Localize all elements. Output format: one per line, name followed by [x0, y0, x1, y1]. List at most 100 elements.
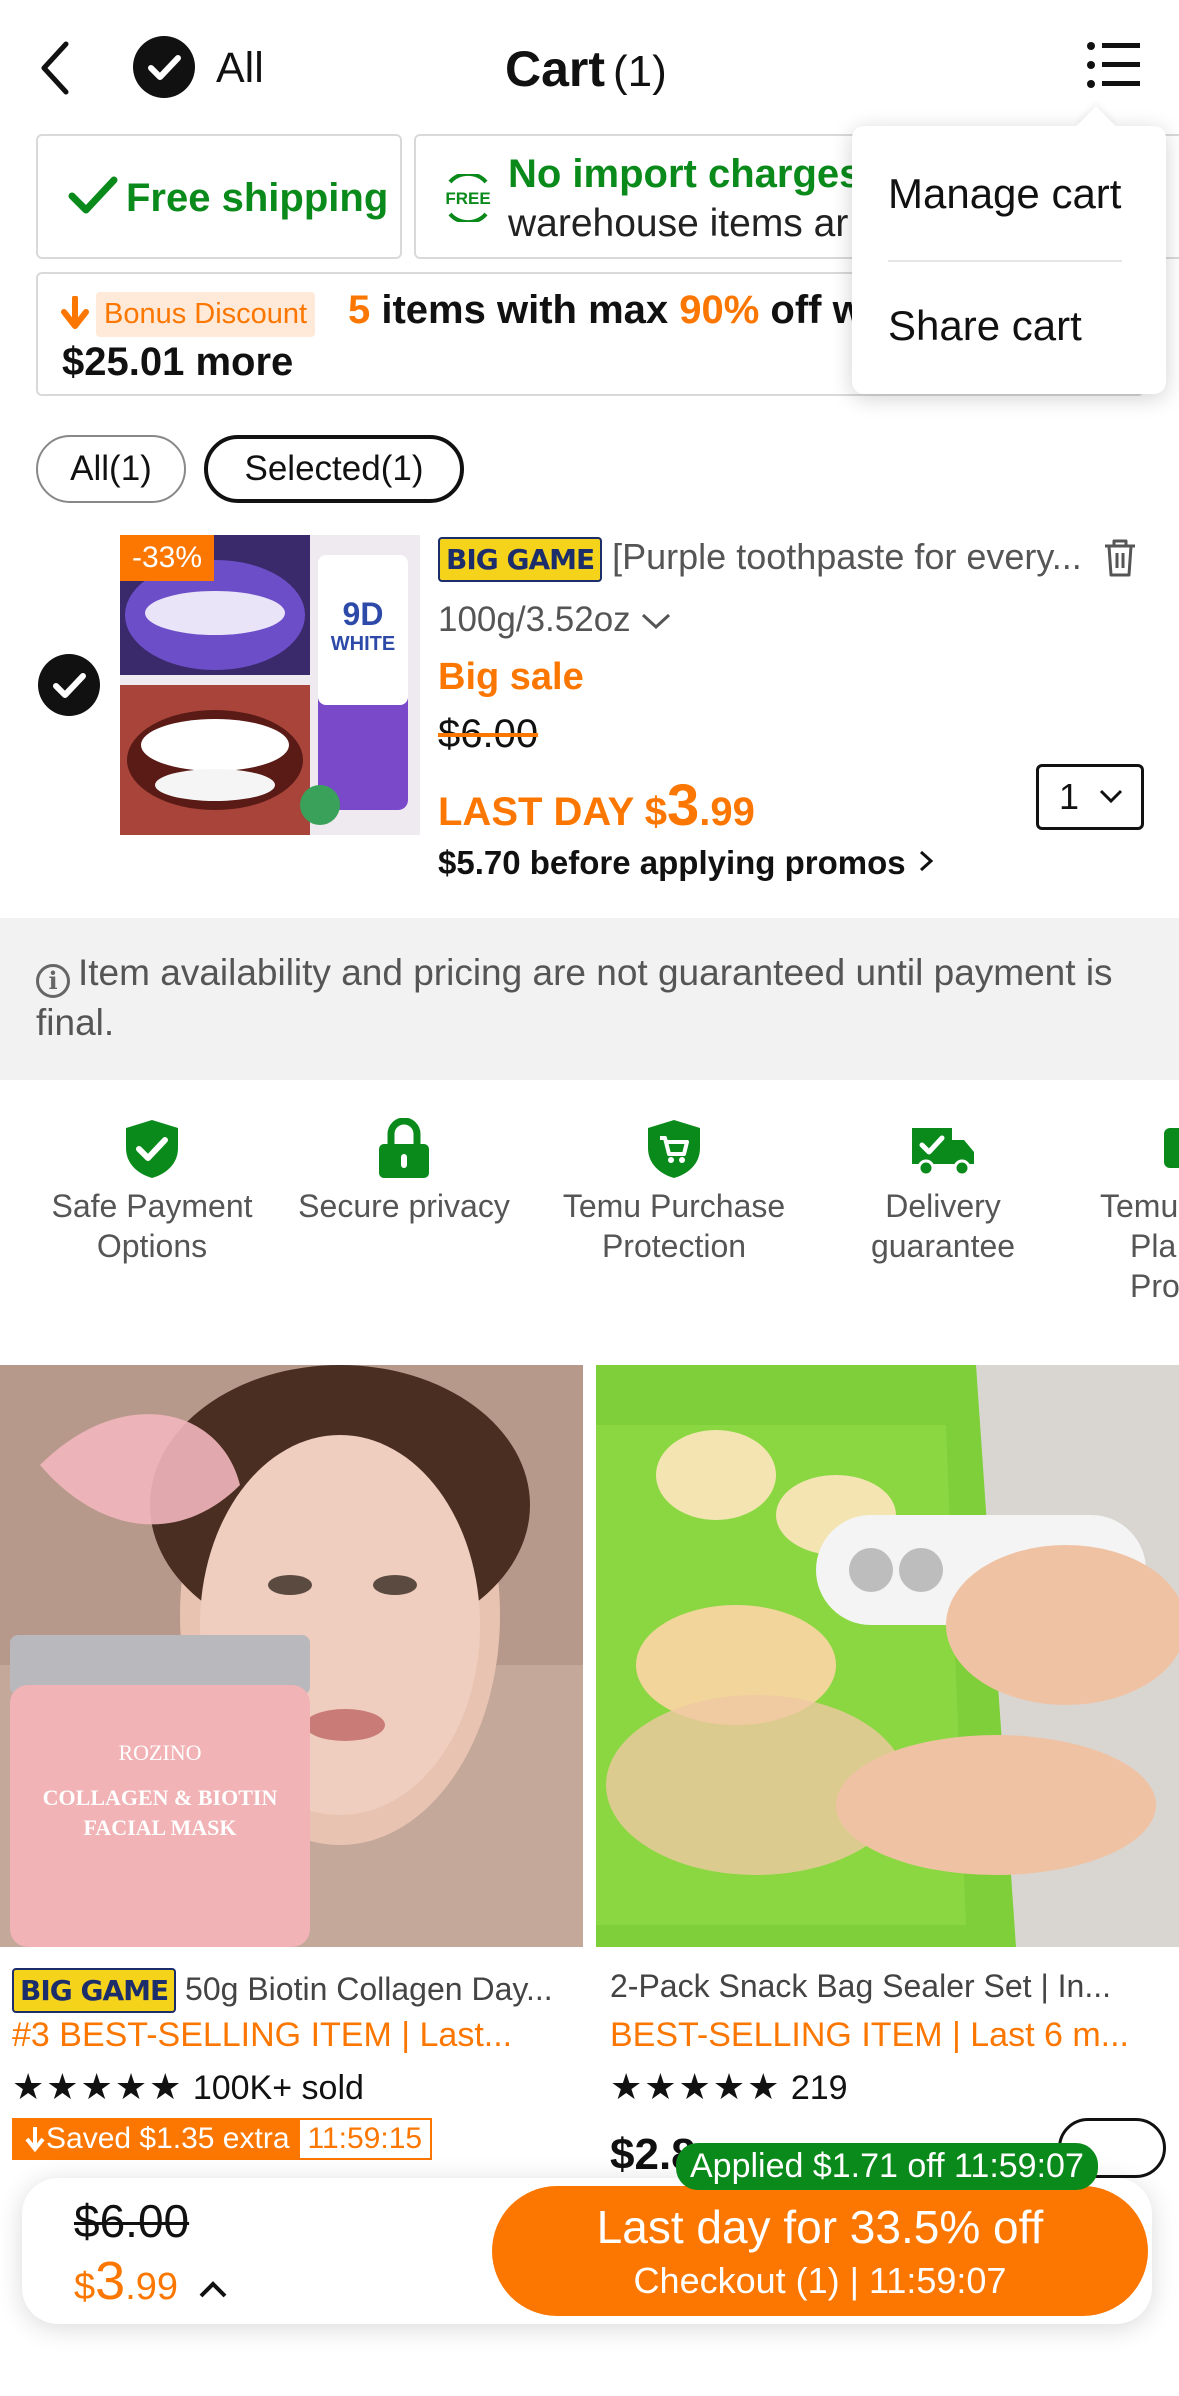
product-title[interactable]: BIG GAME 50g Biotin Collagen Day... — [12, 1968, 582, 2013]
shield-check-icon — [126, 1120, 178, 1178]
price-int: 3 — [95, 2251, 126, 2311]
price-icon — [1164, 1128, 1179, 1168]
before-promos-link[interactable]: $5.70 before applying promos — [438, 844, 937, 882]
down-arrow-icon — [61, 296, 89, 329]
bonus-count: 5 — [348, 288, 371, 332]
trash-icon — [1105, 539, 1135, 577]
total-original-price: $6.00 — [74, 2195, 190, 2247]
snack-sealer-image — [596, 1365, 1179, 1947]
last-day-label: LAST DAY — [438, 790, 645, 834]
star-rating-icon: ★★★★★ — [610, 2066, 782, 2107]
filter-selected[interactable]: Selected(1) — [204, 435, 464, 503]
review-count: 219 — [790, 2069, 848, 2107]
product-card-image[interactable]: ROZINO COLLAGEN & BIOTIN FACIAL MASK — [0, 1365, 583, 1947]
before-promos-text: $5.70 before applying promos — [438, 844, 906, 881]
menu-button[interactable] — [1086, 40, 1142, 90]
applied-discount-badge: Applied $1.71 off 11:59:07 — [676, 2143, 1098, 2190]
big-game-badge: BIG GAME — [438, 537, 603, 582]
free-shipping-badge[interactable]: Free shipping — [36, 134, 402, 259]
price-dec: .99 — [125, 2266, 179, 2308]
price-symbol: $ — [644, 790, 667, 834]
check-icon — [148, 55, 181, 80]
select-all-checkbox[interactable] — [133, 36, 195, 98]
item-title: [Purple toothpaste for every... — [612, 536, 1082, 577]
free-icon-text: FREE — [445, 189, 490, 208]
price-symbol: $ — [74, 2266, 96, 2308]
star-rating-icon: ★★★★★ — [12, 2066, 184, 2107]
delete-button[interactable] — [1102, 538, 1138, 583]
trust-label: Secure privacy — [298, 1188, 510, 1224]
header: All Cart (1) — [0, 0, 1179, 135]
saved-label-wrap: Saved $1.35 extra — [14, 2120, 300, 2158]
info-icon: i — [36, 964, 70, 998]
sold-count: 100K+ sold — [192, 2069, 364, 2107]
trust-label: Pro — [1130, 1268, 1179, 1304]
variant-label: 100g/3.52oz — [438, 600, 631, 639]
big-sale-label: Big sale — [438, 656, 584, 698]
chevron-left-icon — [41, 41, 69, 95]
chevron-down-icon — [1099, 789, 1123, 804]
chevron-right-icon — [919, 850, 934, 872]
shield-cart-icon — [648, 1120, 700, 1178]
checkout-count-text: Checkout (1) | 11:59:07 — [633, 2260, 1007, 2301]
big-game-badge: BIG GAME — [12, 1968, 177, 2013]
checkout-promo-text: Last day for 33.5% off — [596, 2201, 1044, 2253]
import-title: No import charges — [508, 152, 862, 196]
trust-delivery-guarantee[interactable]: Delivery guarantee — [818, 1118, 1068, 1266]
original-price: $6.00 — [438, 712, 539, 756]
product-subtitle: BEST-SELLING ITEM | Last 6 m... — [610, 2016, 1129, 2054]
filter-all[interactable]: All(1) — [36, 435, 186, 503]
total-price[interactable]: $3.99 — [74, 2250, 178, 2312]
menu-item-share-cart[interactable]: Share cart — [888, 302, 1082, 350]
jar-line2: FACIAL MASK — [84, 1815, 237, 1840]
discount-tag: -33% — [120, 535, 215, 581]
import-subtitle: warehouse items ar — [508, 202, 849, 245]
facial-mask-image: ROZINO COLLAGEN & BIOTIN FACIAL MASK — [0, 1365, 583, 1947]
item-title-row[interactable]: BIG GAME [Purple toothpaste for every... — [438, 536, 1098, 582]
truck-check-icon — [912, 1128, 974, 1177]
select-all-label[interactable]: All — [216, 44, 264, 93]
saved-timer: 11:59:15 — [307, 2122, 423, 2155]
cart-title-text: Cart — [505, 41, 606, 97]
bonus-text: 5 items with max 90% off w — [348, 288, 864, 333]
bonus-more: $25.01 more — [62, 340, 294, 384]
product-title[interactable]: 2-Pack Snack Bag Sealer Set | In... — [610, 1968, 1179, 2005]
bonus-discount-tag: Bonus Discount — [96, 292, 316, 337]
bonus-percent: 90% — [679, 288, 760, 332]
check-icon — [68, 176, 118, 214]
product-title-text: 50g Biotin Collagen Day... — [185, 1971, 553, 2007]
trust-label: Protection — [601, 1228, 747, 1264]
product-rating: ★★★★★ 219 — [610, 2066, 848, 2108]
trust-label: Safe Payment — [51, 1188, 253, 1224]
trust-price-protection[interactable]: Temu Pla Pro — [1080, 1118, 1179, 1306]
checkout-button[interactable]: Last day for 33.5% off Checkout (1) | 11… — [492, 2186, 1148, 2316]
sale-price: LAST DAY $3.99 — [438, 772, 755, 839]
trust-label: Temu — [1100, 1188, 1179, 1224]
chevron-up-icon[interactable] — [198, 2278, 228, 2300]
chevron-down-icon — [642, 613, 671, 630]
trust-secure-privacy[interactable]: Secure privacy — [282, 1118, 526, 1226]
trust-label: Temu Purchase — [562, 1188, 786, 1224]
cart-count: (1) — [613, 47, 667, 96]
trust-purchase-protection[interactable]: Temu Purchase Protection — [540, 1118, 808, 1266]
saved-label: Saved $1.35 extra — [46, 2122, 290, 2155]
bonus-text1: items with max — [370, 288, 680, 332]
item-checkbox[interactable] — [38, 654, 100, 716]
trust-safe-payment[interactable]: Safe Payment Options — [30, 1118, 274, 1266]
variant-selector[interactable]: 100g/3.52oz — [438, 600, 672, 640]
product-subtitle: #3 BEST-SELLING ITEM | Last... — [12, 2016, 513, 2054]
product-card-image[interactable] — [596, 1365, 1179, 1947]
menu-item-manage-cart[interactable]: Manage cart — [888, 170, 1121, 218]
checkout-bar: $6.00 $3.99 Last day for 33.5% off Check… — [22, 2178, 1152, 2324]
menu-divider — [888, 260, 1122, 262]
notice-text-wrap: i Item availability and pricing are not g… — [36, 948, 1136, 1048]
back-button[interactable] — [36, 38, 86, 98]
down-arrow-icon — [25, 2127, 45, 2153]
quantity-select[interactable]: 1 — [1036, 764, 1144, 830]
price-dec: .99 — [699, 790, 755, 834]
saved-tag: Saved $1.35 extra 11:59:15 — [12, 2118, 433, 2160]
trust-label: Pla — [1130, 1228, 1177, 1264]
product-rating: ★★★★★ 100K+ sold — [12, 2066, 364, 2108]
svg-text:WHITE: WHITE — [331, 633, 395, 655]
quantity-value: 1 — [1059, 776, 1080, 817]
